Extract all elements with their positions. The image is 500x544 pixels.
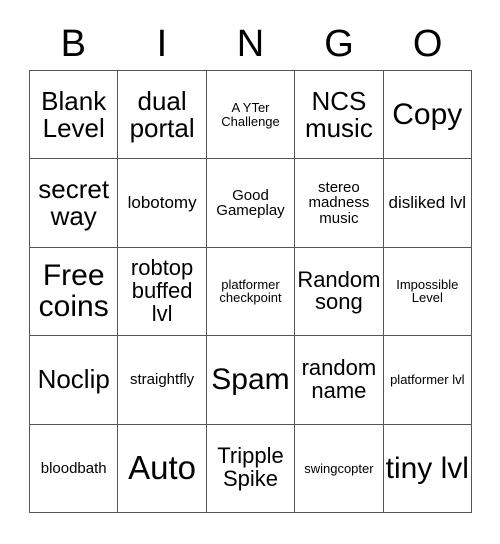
bingo-cell-r3c2[interactable]: robtop buffed lvl bbox=[118, 247, 207, 337]
bingo-cell-label: Free coins bbox=[38, 259, 109, 324]
bingo-cell-label: random name bbox=[301, 355, 377, 403]
bingo-cell-label: disliked lvl bbox=[388, 193, 467, 213]
bingo-cell-label: stereo madness music bbox=[308, 178, 370, 227]
bingo-cell-r3c1[interactable]: Free coins bbox=[30, 247, 119, 337]
bingo-cell-r5c4[interactable]: swingcopter bbox=[295, 424, 384, 513]
bingo-cell-r2c1[interactable]: secret way bbox=[30, 159, 119, 248]
bingo-cell-label: secret way bbox=[38, 174, 110, 232]
bingo-header-letter-b: B bbox=[60, 23, 86, 65]
bingo-cell-label: A YTer Challenge bbox=[221, 100, 280, 129]
bingo-cell-label: straightfly bbox=[129, 371, 195, 389]
bingo-cell-r4c1[interactable]: Noclip bbox=[30, 336, 119, 425]
bingo-cell-r4c3[interactable]: Spam bbox=[206, 336, 296, 425]
bingo-cell-label: platformer lvl bbox=[390, 372, 465, 388]
bingo-cell-label: Random song bbox=[297, 266, 381, 315]
bingo-cell-r1c3[interactable]: A YTer Challenge bbox=[206, 71, 296, 160]
bingo-cell-r2c4[interactable]: stereo madness music bbox=[295, 159, 384, 248]
bingo-cell-r2c3[interactable]: Good Gameplay bbox=[206, 159, 296, 248]
bingo-cell-r3c3[interactable]: platformer checkpoint bbox=[206, 247, 296, 337]
bingo-cell-r1c4[interactable]: NCS music bbox=[295, 71, 384, 160]
bingo-cell-label: Tripple Spike bbox=[217, 443, 284, 492]
bingo-cell-label: tiny lvl bbox=[385, 451, 469, 485]
bingo-cell-r5c5[interactable]: tiny lvl bbox=[383, 424, 472, 513]
bingo-cell-label: robtop buffed lvl bbox=[130, 255, 194, 326]
bingo-cell-label: Good Gameplay bbox=[216, 186, 285, 220]
bingo-cell-label: NCS music bbox=[304, 85, 373, 143]
bingo-cell-r5c2[interactable]: Auto bbox=[118, 424, 207, 513]
bingo-cell-label: Blank Level bbox=[41, 85, 107, 143]
bingo-cell-label: platformer checkpoint bbox=[219, 276, 282, 306]
bingo-cell-label: bloodbath bbox=[40, 459, 107, 477]
bingo-cell-label: dual portal bbox=[129, 85, 195, 143]
bingo-cell-label: Noclip bbox=[37, 364, 110, 395]
bingo-cell-label: lobotomy bbox=[127, 193, 197, 213]
bingo-card: B I N G O Blank Level dual portal A YTer C… bbox=[0, 0, 500, 544]
bingo-cell-label: Spam bbox=[211, 363, 290, 397]
bingo-cell-r3c4[interactable]: Random song bbox=[295, 247, 384, 337]
bingo-cell-r3c5[interactable]: Impossible Level bbox=[383, 247, 472, 337]
bingo-header-letter-g: G bbox=[324, 23, 354, 65]
bingo-cell-r4c4[interactable]: random name bbox=[295, 336, 384, 425]
bingo-cell-r1c2[interactable]: dual portal bbox=[118, 71, 207, 160]
bingo-cell-r4c2[interactable]: straightfly bbox=[118, 336, 207, 425]
bingo-cell-r5c3[interactable]: Tripple Spike bbox=[206, 424, 296, 513]
bingo-header: B I N G O bbox=[29, 18, 472, 70]
bingo-cell-r4c5[interactable]: platformer lvl bbox=[383, 336, 472, 425]
bingo-header-letter-n: N bbox=[236, 23, 265, 65]
bingo-cell-label: Auto bbox=[128, 449, 197, 487]
bingo-cell-label: Copy bbox=[392, 98, 463, 132]
bingo-cell-label: swingcopter bbox=[304, 460, 374, 476]
bingo-cell-r2c2[interactable]: lobotomy bbox=[118, 159, 207, 248]
bingo-header-letter-o: O bbox=[412, 23, 443, 65]
bingo-header-letter-i: I bbox=[156, 23, 168, 65]
bingo-cell-r1c5[interactable]: Copy bbox=[383, 71, 472, 160]
bingo-cell-r2c5[interactable]: disliked lvl bbox=[383, 159, 472, 248]
bingo-cell-r1c1[interactable]: Blank Level bbox=[30, 71, 119, 160]
bingo-cell-label: Impossible Level bbox=[396, 276, 459, 306]
bingo-cell-r5c1[interactable]: bloodbath bbox=[30, 424, 119, 513]
bingo-grid: Blank Level dual portal A YTer Challenge NC… bbox=[29, 70, 472, 513]
